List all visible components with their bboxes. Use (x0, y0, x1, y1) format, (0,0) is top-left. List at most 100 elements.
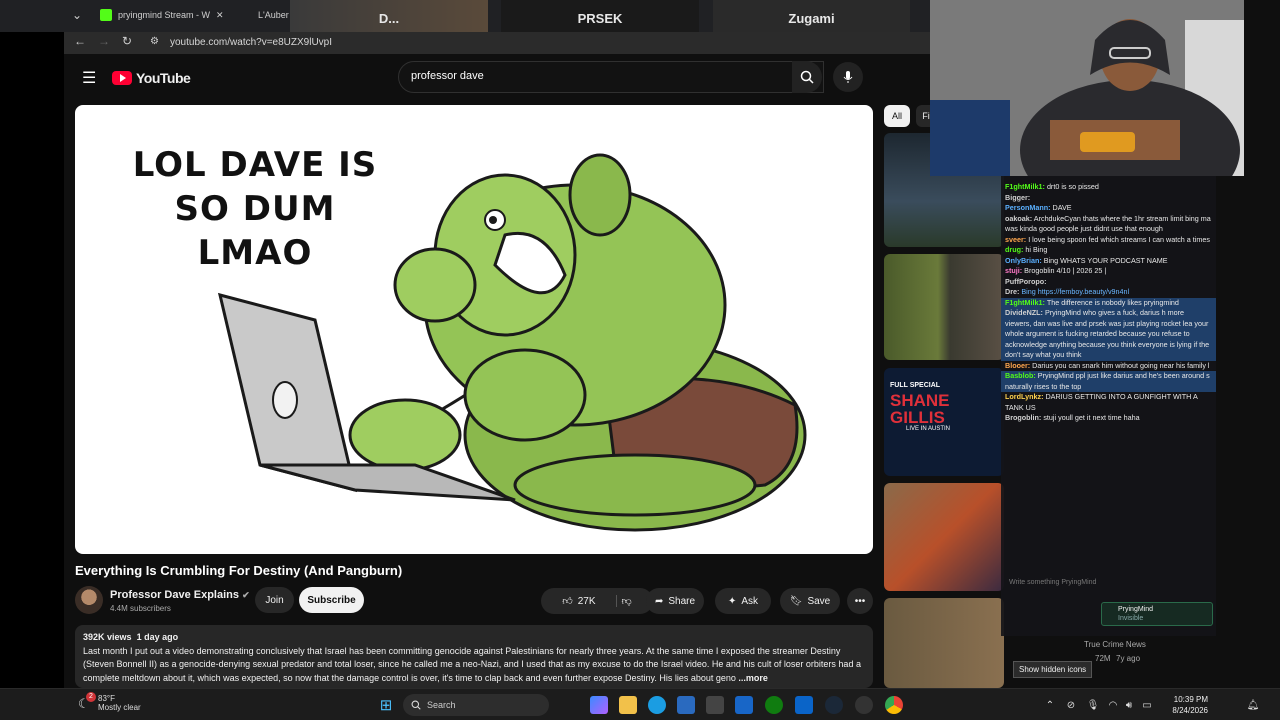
thumb-overlay-text: FULL SPECIAL (890, 382, 941, 389)
chrome-icon[interactable] (885, 696, 903, 714)
chat-username[interactable]: Blooer: (1005, 361, 1030, 370)
chat-username[interactable]: Basblob: (1005, 371, 1036, 380)
save-button[interactable]: 🔖︎ Save (780, 588, 840, 614)
microphone-icon (843, 71, 853, 83)
tab-list-chevron-icon[interactable]: ⌄ (72, 8, 82, 22)
chat-username[interactable]: F1ghtMilk1: (1005, 298, 1045, 307)
stream-thumb-d[interactable]: D... (290, 0, 488, 36)
sidebar-card-views: 72M (1095, 654, 1111, 663)
chat-username[interactable]: stuji: (1005, 266, 1022, 275)
microphone-tray-icon[interactable]: 🎙︎ (1084, 696, 1102, 714)
taskbar-clock[interactable]: 10:39 PM 8/24/2026 (1162, 694, 1208, 716)
chat-username[interactable]: Dre: (1005, 287, 1019, 296)
windows-start-icon[interactable]: ⊞ (377, 696, 395, 714)
subscribe-label: Subscribe (307, 594, 356, 606)
steam-icon[interactable] (825, 696, 843, 714)
weather-text: Mostly clear (98, 703, 141, 712)
chat-username[interactable]: sveer: (1005, 235, 1026, 244)
browser-tab-bar: ⌄ pryingmind Stream - W ✕ L'Auber D... P… (0, 0, 935, 36)
dislike-button[interactable]: 👎︎ (622, 595, 632, 607)
youtube-logo[interactable]: YouTube (112, 70, 191, 86)
edge-icon[interactable] (648, 696, 666, 714)
address-bar: ← → ↻ ⚙ youtube.com/watch?v=e8UZX9lUvpI (64, 32, 935, 54)
sidebar-video-thumb-4[interactable] (884, 483, 1004, 591)
microsoft-store-icon[interactable] (677, 696, 695, 714)
chat-username[interactable]: OnlyBrian: (1005, 256, 1042, 265)
notifications-bell-icon[interactable]: 🔔︎ (1244, 696, 1262, 714)
left-black-strip (0, 32, 64, 688)
more-actions-button[interactable]: ••• (847, 588, 873, 614)
like-count: 27K (577, 595, 596, 607)
chip-all[interactable]: All (884, 105, 910, 127)
search-box: ✕ (398, 61, 824, 93)
chat-username[interactable]: oakoak: (1005, 214, 1032, 223)
subscribe-button[interactable]: Subscribe (299, 587, 364, 613)
url-field[interactable]: youtube.com/watch?v=e8UZX9lUvpI (170, 35, 670, 51)
join-button[interactable]: Join (255, 587, 294, 613)
xbox-icon[interactable] (765, 696, 783, 714)
weather-widget[interactable]: ☾ 2 83°F Mostly clear (78, 692, 141, 712)
tray-icon[interactable]: ⊘ (1062, 696, 1080, 714)
volume-icon[interactable]: 🔊︎ (1120, 696, 1138, 714)
search-icon (411, 700, 421, 710)
show-hidden-icons-chevron[interactable]: ⌃ (1041, 696, 1059, 714)
share-icon: ➦ (654, 595, 664, 607)
channel-name[interactable]: Professor Dave Explains ✔ (110, 589, 250, 601)
stream-thumb-label: D... (378, 10, 400, 26)
obs-icon[interactable] (855, 696, 873, 714)
chat-link[interactable]: Bing https://femboy.beauty/v9n4nl (1021, 287, 1129, 296)
share-button[interactable]: ➦ Share (646, 588, 704, 614)
chat-username[interactable]: F1ghtMilk1: (1005, 182, 1045, 191)
upload-age: 1 day ago (136, 632, 179, 642)
sidebar-video-thumb-2[interactable] (884, 254, 1004, 360)
stream-thumb-zugami[interactable]: Zugami (713, 0, 910, 36)
chat-username[interactable]: Bigger: (1005, 193, 1030, 202)
chat-username[interactable]: PuffPoropo: (1005, 277, 1047, 286)
app-cube-icon[interactable] (706, 696, 724, 714)
bookmark-icon: 🔖︎ (789, 595, 803, 607)
video-player[interactable]: LOL DAVE IS SO DUM LMAO (75, 105, 873, 554)
outlook-icon[interactable] (795, 696, 813, 714)
share-label: Share (668, 595, 696, 607)
ask-button[interactable]: ✦ Ask (715, 588, 771, 614)
chat-text: PryingMind ppl just like darius and he's… (1005, 371, 1210, 391)
chat-username[interactable]: drug: (1005, 245, 1023, 254)
forward-arrow-icon[interactable]: → (98, 34, 110, 48)
chat-username[interactable]: Brogoblin: (1005, 413, 1041, 422)
battery-icon[interactable]: ▭ (1138, 696, 1156, 714)
video-description[interactable]: 392K views 1 day ago Last month I put ou… (75, 625, 873, 688)
browser-tab-pryingmind[interactable]: pryingmind Stream - W ✕ (92, 0, 232, 30)
back-arrow-icon[interactable]: ← (74, 34, 86, 48)
channel-name-text: Professor Dave Explains (110, 589, 240, 601)
tab-close-icon[interactable]: ✕ (216, 10, 224, 21)
chat-username[interactable]: LordLynkz: (1005, 392, 1043, 401)
channel-avatar[interactable] (75, 586, 103, 614)
chat-username[interactable]: PersonMann: (1005, 203, 1051, 212)
menu-hamburger-icon[interactable]: ☰ (82, 68, 96, 88)
sidebar-video-thumb-5[interactable] (884, 598, 1004, 688)
reload-icon[interactable]: ↻ (122, 34, 132, 48)
taskbar-search[interactable]: Search (403, 694, 549, 716)
browser-tab-auber[interactable]: L'Auber (250, 0, 290, 30)
chat-message: Blooer: Darius you can snark him without… (1001, 361, 1216, 372)
chat-username[interactable]: DivideNZL: (1005, 308, 1043, 317)
profile-card-status: Invisible (1118, 615, 1144, 622)
show-more-link[interactable]: ...more (738, 673, 768, 683)
voice-search-button[interactable] (833, 62, 863, 92)
site-info-icon[interactable]: ⚙ (150, 36, 159, 47)
file-explorer-icon[interactable] (619, 696, 637, 714)
profile-card[interactable]: PryingMind Invisible (1101, 602, 1213, 626)
chip-label: All (891, 111, 902, 121)
sidebar-card-channel: True Crime News (1084, 640, 1146, 649)
app-vscode-icon[interactable] (735, 696, 753, 714)
tab-label: L'Auber (258, 10, 289, 20)
like-button[interactable]: 👍︎ 27K (562, 595, 617, 607)
verified-check-icon: ✔ (242, 590, 250, 600)
sparkle-icon: ✦ (727, 595, 737, 607)
sidebar-video-thumb-3[interactable]: FULL SPECIAL SHANE GILLIS LIVE IN AUSTIN (884, 368, 1004, 476)
stream-thumb-prsek[interactable]: PRSEK (501, 0, 699, 36)
streamer-webcam-image (930, 0, 1244, 176)
search-input[interactable] (411, 70, 751, 82)
copilot-icon[interactable] (590, 696, 608, 714)
chat-input[interactable]: Write something PryingMind (1005, 574, 1210, 592)
